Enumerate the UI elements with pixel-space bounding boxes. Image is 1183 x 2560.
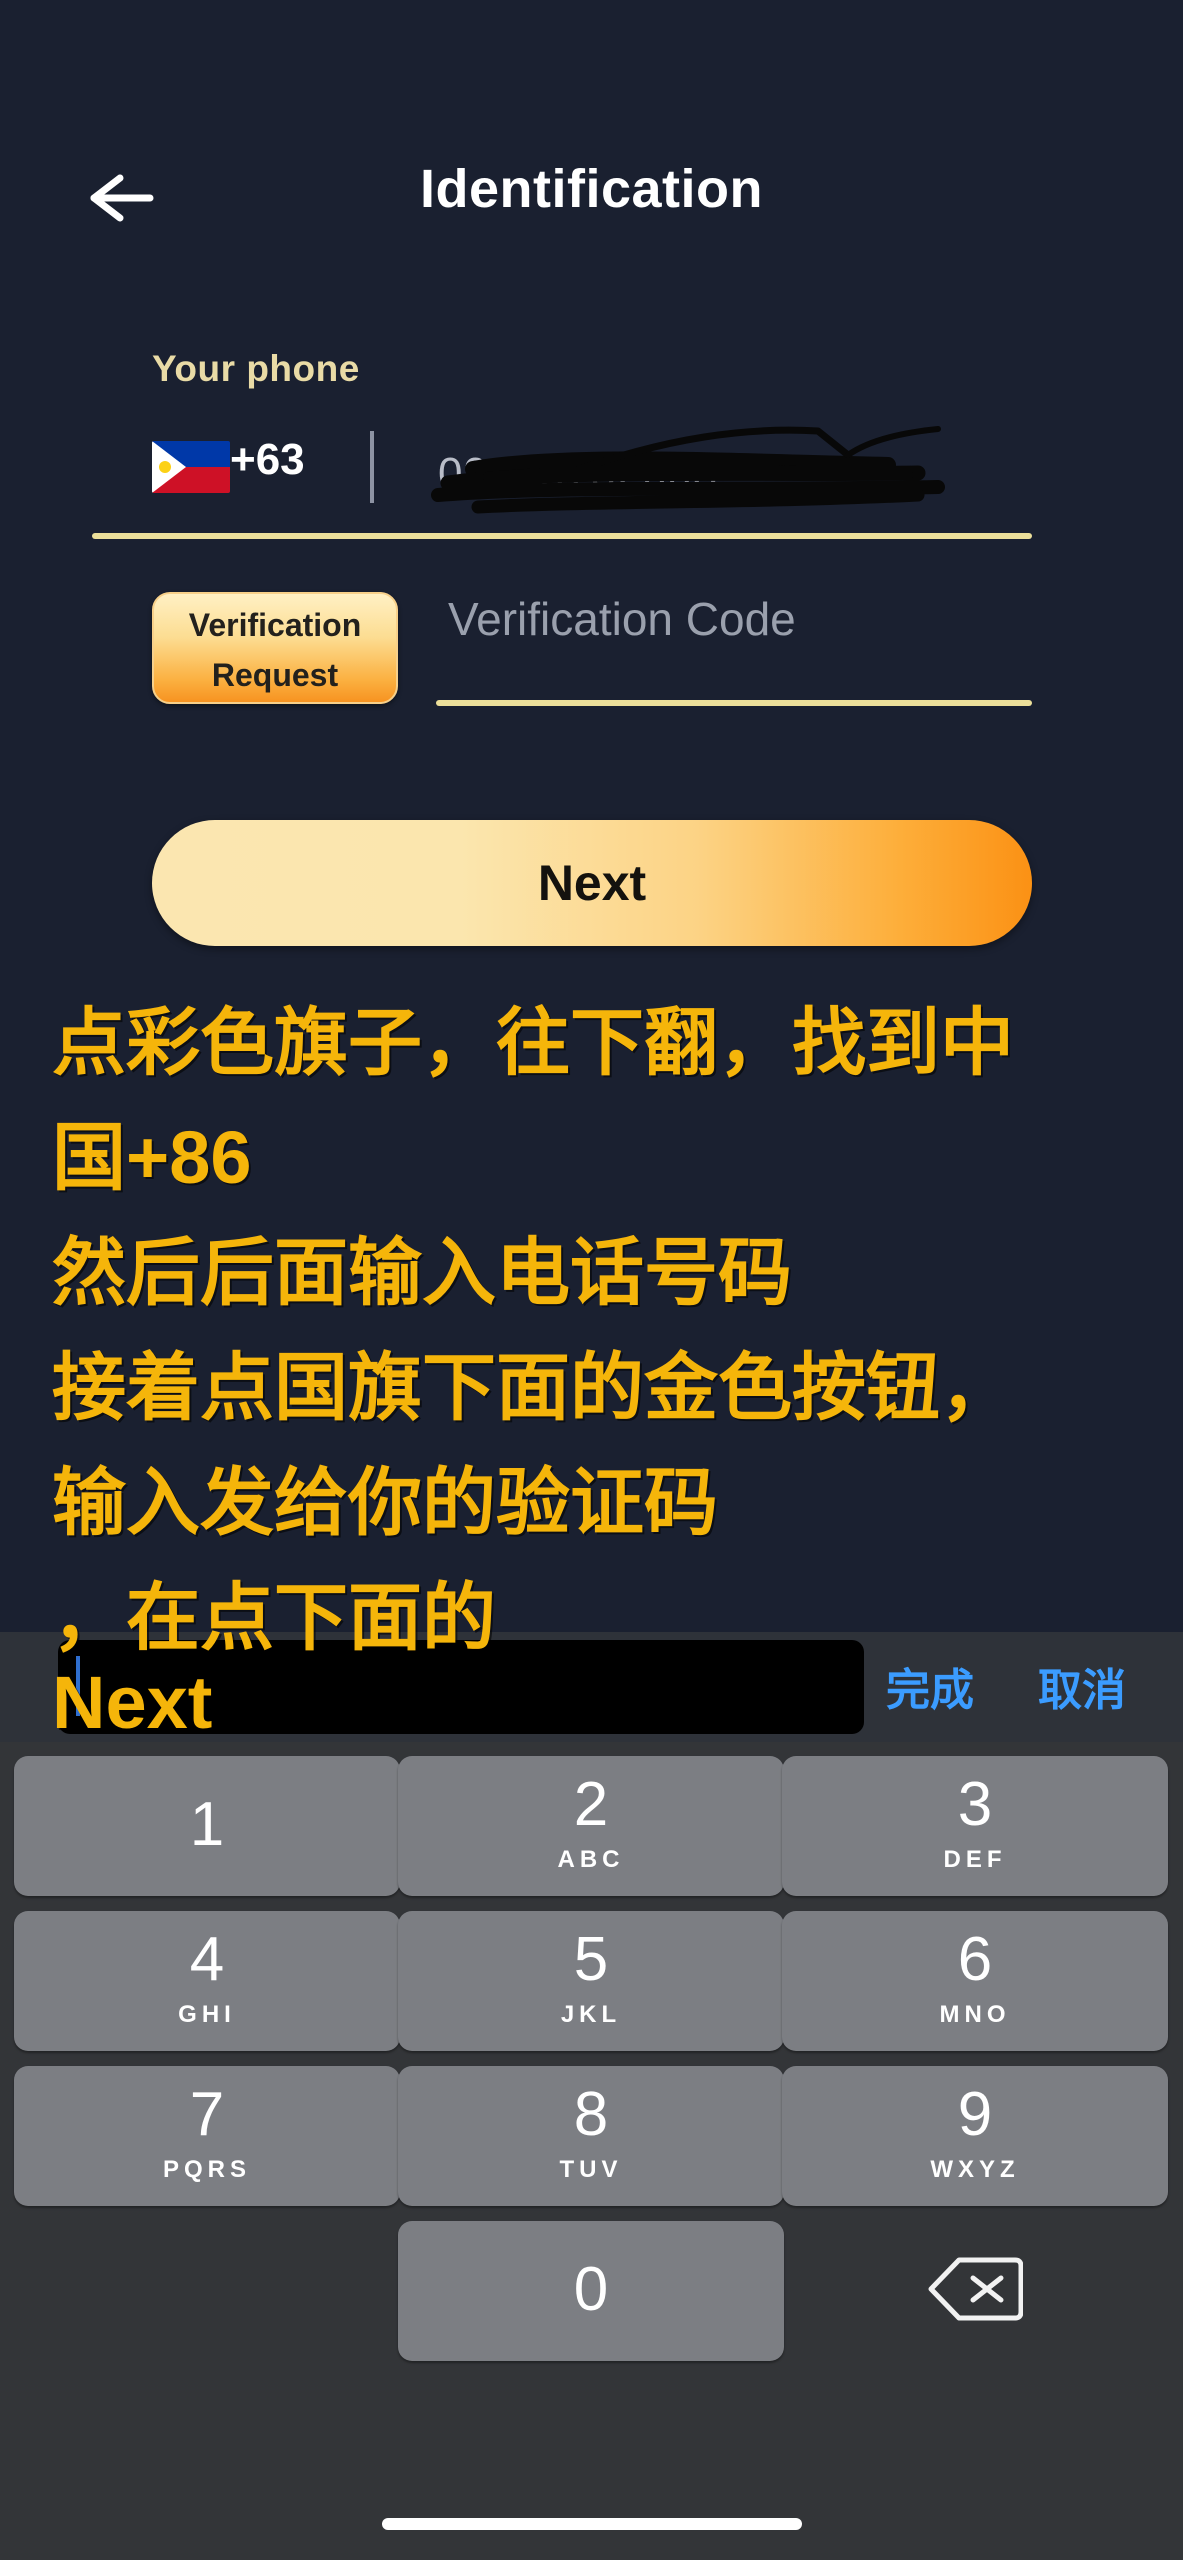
key-6-number: 6 <box>957 1925 993 1994</box>
phone-label: Your phone <box>152 348 360 389</box>
annotation-line-1: 点彩色旗子，往下翻，找到中 <box>52 1001 1014 1084</box>
key-4[interactable]: 4 GHI <box>14 1911 400 2051</box>
key-8[interactable]: 8 TUV <box>398 2066 784 2206</box>
key-0-number: 0 <box>573 2255 609 2324</box>
key-3-letters: DEF <box>943 1846 1007 1873</box>
key-6-letters: MNO <box>939 2001 1011 2028</box>
key-5-letters: JKL <box>560 2001 622 2028</box>
next-button-label: Next <box>537 855 647 911</box>
key-2-number: 2 <box>573 1770 609 1839</box>
accessory-text-input[interactable] <box>58 1640 864 1734</box>
key-9[interactable]: 9 WXYZ <box>782 2066 1168 2206</box>
key-2-letters: ABC <box>557 1846 625 1873</box>
annotation-line-5: 输入发给你的验证码 <box>52 1461 718 1544</box>
key-5-number: 5 <box>573 1925 609 1994</box>
backspace-icon <box>927 2254 1024 2329</box>
key-3[interactable]: 3 DEF <box>782 1756 1168 1896</box>
annotation-line-3: 然后后面输入电话号码 <box>52 1231 792 1314</box>
key-1-number: 1 <box>189 1790 225 1859</box>
key-9-number: 9 <box>957 2080 993 2149</box>
key-7[interactable]: 7 PQRS <box>14 2066 400 2206</box>
key-7-letters: PQRS <box>162 2156 251 2183</box>
key-2[interactable]: 2 ABC <box>398 1756 784 1896</box>
verification-code-input[interactable]: Verification Code <box>448 592 796 646</box>
annotation-line-2: 国+86 <box>52 1116 252 1199</box>
keyboard-accessory-bar: 完成 取消 <box>0 1632 1183 1742</box>
verification-request-label-line1: Verification <box>188 607 362 643</box>
key-9-letters: WXYZ <box>930 2156 1020 2183</box>
philippines-flag-icon[interactable] <box>152 441 230 493</box>
key-8-number: 8 <box>573 2080 609 2149</box>
phone-screen: Identification Your phone +63 0910878260… <box>0 0 1183 2560</box>
phone-number-field[interactable]: 09108782608 <box>428 425 1028 525</box>
phone-input-row: +63 09108782608 <box>92 425 1032 539</box>
home-indicator <box>382 2518 802 2530</box>
key-0[interactable]: 0 <box>398 2221 784 2361</box>
key-3-number: 3 <box>957 1770 993 1839</box>
accessory-done-button[interactable]: 完成 <box>886 1654 974 1718</box>
key-1[interactable]: 1 <box>14 1756 400 1896</box>
text-caret <box>76 1656 80 1716</box>
app-header: Identification <box>0 150 1183 260</box>
accessory-cancel-button[interactable]: 取消 <box>1038 1654 1126 1718</box>
verification-request-button[interactable]: Verification Request <box>152 592 398 704</box>
next-button[interactable]: Next <box>152 820 1032 946</box>
field-divider <box>370 431 374 503</box>
key-4-number: 4 <box>189 1925 225 1994</box>
key-6[interactable]: 6 MNO <box>782 1911 1168 2051</box>
phone-number-value: 09108782608 <box>438 449 719 498</box>
key-5[interactable]: 5 JKL <box>398 1911 784 2051</box>
page-title: Identification <box>420 159 763 219</box>
key-7-number: 7 <box>189 2080 225 2149</box>
phone-field-underline <box>92 533 1032 539</box>
instruction-annotation: 点彩色旗子，往下翻，找到中 国+86 然后后面输入电话号码 接着点国旗下面的金色… <box>52 985 1162 1675</box>
annotation-line-4: 接着点国旗下面的金色按钮， <box>52 1346 1014 1429</box>
backspace-key[interactable] <box>782 2221 1168 2361</box>
verification-request-label-line2: Request <box>211 657 339 693</box>
dial-code[interactable]: +63 <box>230 435 305 485</box>
verification-code-underline <box>436 700 1032 706</box>
numeric-keypad: 1 2 ABC 3 DEF 4 GHI 5 JKL 6 MNO 7 PQRS 8… <box>0 1742 1183 2560</box>
key-4-letters: GHI <box>178 2001 236 2028</box>
key-8-letters: TUV <box>559 2156 623 2183</box>
